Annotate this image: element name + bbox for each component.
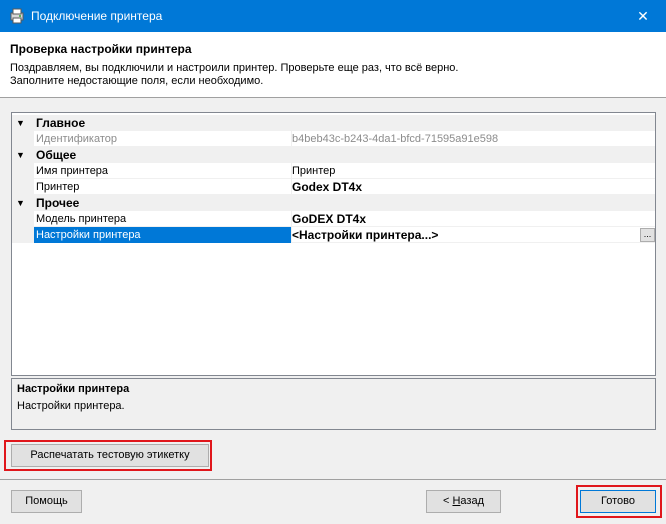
property-row-printer[interactable]: Принтер Godex DT4x xyxy=(12,179,655,195)
property-row-printer-model[interactable]: Модель принтера GoDEX DT4x xyxy=(12,211,655,227)
footer-divider xyxy=(0,479,666,480)
category-general[interactable]: ▼ Общее xyxy=(12,147,655,163)
property-grid[interactable]: ▼ Главное Идентификатор b4beb43c-b243-4d… xyxy=(11,112,656,376)
wizard-header: Проверка настройки принтера Поздравляем,… xyxy=(0,32,666,98)
ellipsis-button[interactable]: ... xyxy=(640,228,655,242)
property-name: Идентификатор xyxy=(36,133,117,145)
category-label: Главное xyxy=(36,116,86,130)
property-name: Модель принтера xyxy=(36,213,127,225)
category-label: Общее xyxy=(36,148,77,162)
description-text: Настройки принтера. xyxy=(17,400,125,412)
property-value[interactable]: Godex DT4x xyxy=(292,179,655,195)
property-value: b4beb43c-b243-4da1-bfcd-71595a91e598 xyxy=(292,133,499,145)
highlight-box xyxy=(576,485,662,518)
property-value[interactable]: Принтер xyxy=(292,163,655,179)
printer-wizard-icon xyxy=(10,8,24,24)
property-row-identifier[interactable]: Идентификатор b4beb43c-b243-4da1-bfcd-71… xyxy=(12,131,655,147)
property-value[interactable]: GoDEX DT4x xyxy=(292,211,655,227)
category-other[interactable]: ▼ Прочее xyxy=(12,195,655,211)
highlight-box xyxy=(4,440,212,471)
property-name: Принтер xyxy=(36,181,80,193)
property-row-printer-name[interactable]: Имя принтера Принтер xyxy=(12,163,655,179)
window-title: Подключение принтера xyxy=(31,9,163,23)
collapse-icon[interactable]: ▼ xyxy=(16,147,25,163)
help-button[interactable]: Помощь xyxy=(11,490,82,513)
close-icon[interactable]: ✕ xyxy=(620,0,666,32)
header-description-line1: Поздравляем, вы подключили и настроили п… xyxy=(10,62,459,74)
page-title: Проверка настройки принтера xyxy=(10,42,192,56)
description-panel: Настройки принтера Настройки принтера. xyxy=(11,378,656,430)
header-description-line2: Заполните недостающие поля, если необход… xyxy=(10,75,264,87)
category-main[interactable]: ▼ Главное xyxy=(12,115,655,131)
description-title: Настройки принтера xyxy=(17,383,130,395)
collapse-icon[interactable]: ▼ xyxy=(16,195,25,211)
category-label: Прочее xyxy=(36,196,80,210)
property-value[interactable]: <Настройки принтера...> xyxy=(292,227,655,243)
property-row-printer-settings[interactable]: Настройки принтера <Настройки принтера..… xyxy=(12,227,655,243)
property-name: Имя принтера xyxy=(36,165,109,177)
back-label: азад xyxy=(460,495,484,507)
title-bar: Подключение принтера ✕ xyxy=(0,0,666,32)
collapse-icon[interactable]: ▼ xyxy=(16,115,25,131)
property-name[interactable]: Настройки принтера xyxy=(34,227,291,243)
back-button[interactable]: < Назад xyxy=(426,490,501,513)
